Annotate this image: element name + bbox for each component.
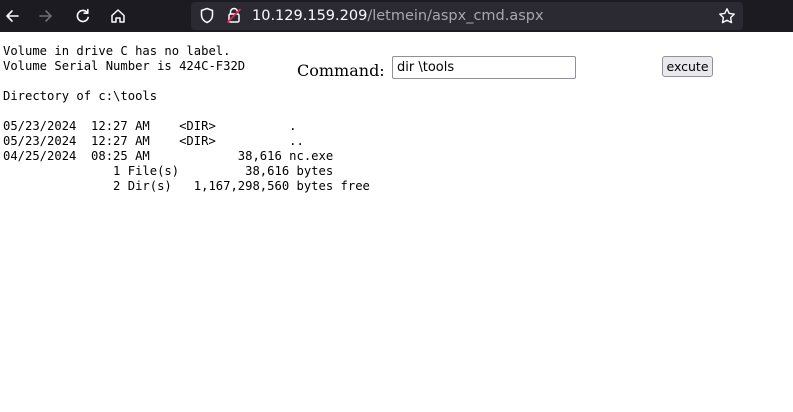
shield-icon <box>200 7 214 24</box>
page-content: Volume in drive C has no label. Volume S… <box>0 32 793 412</box>
home-button[interactable] <box>106 4 130 28</box>
execute-button[interactable]: excute <box>662 56 713 77</box>
command-input[interactable] <box>392 56 576 79</box>
browser-toolbar: 10.129.159.209/letmein/aspx_cmd.aspx <box>0 0 793 32</box>
url-bar[interactable]: 10.129.159.209/letmein/aspx_cmd.aspx <box>191 2 743 30</box>
lock-icon <box>226 7 242 24</box>
back-button[interactable] <box>0 4 24 28</box>
url-host: 10.129.159.209 <box>252 8 368 24</box>
command-label: Command: <box>297 61 385 80</box>
reload-button[interactable] <box>71 4 95 28</box>
url-text[interactable]: 10.129.159.209/letmein/aspx_cmd.aspx <box>252 8 544 24</box>
forward-button[interactable] <box>34 4 58 28</box>
back-icon <box>6 10 19 22</box>
bookmark-star-icon <box>719 8 735 24</box>
bookmark-button[interactable] <box>715 4 739 28</box>
reload-icon <box>76 8 89 23</box>
url-path: /letmein/aspx_cmd.aspx <box>367 8 544 24</box>
home-icon <box>111 9 125 23</box>
forward-icon <box>39 10 52 22</box>
